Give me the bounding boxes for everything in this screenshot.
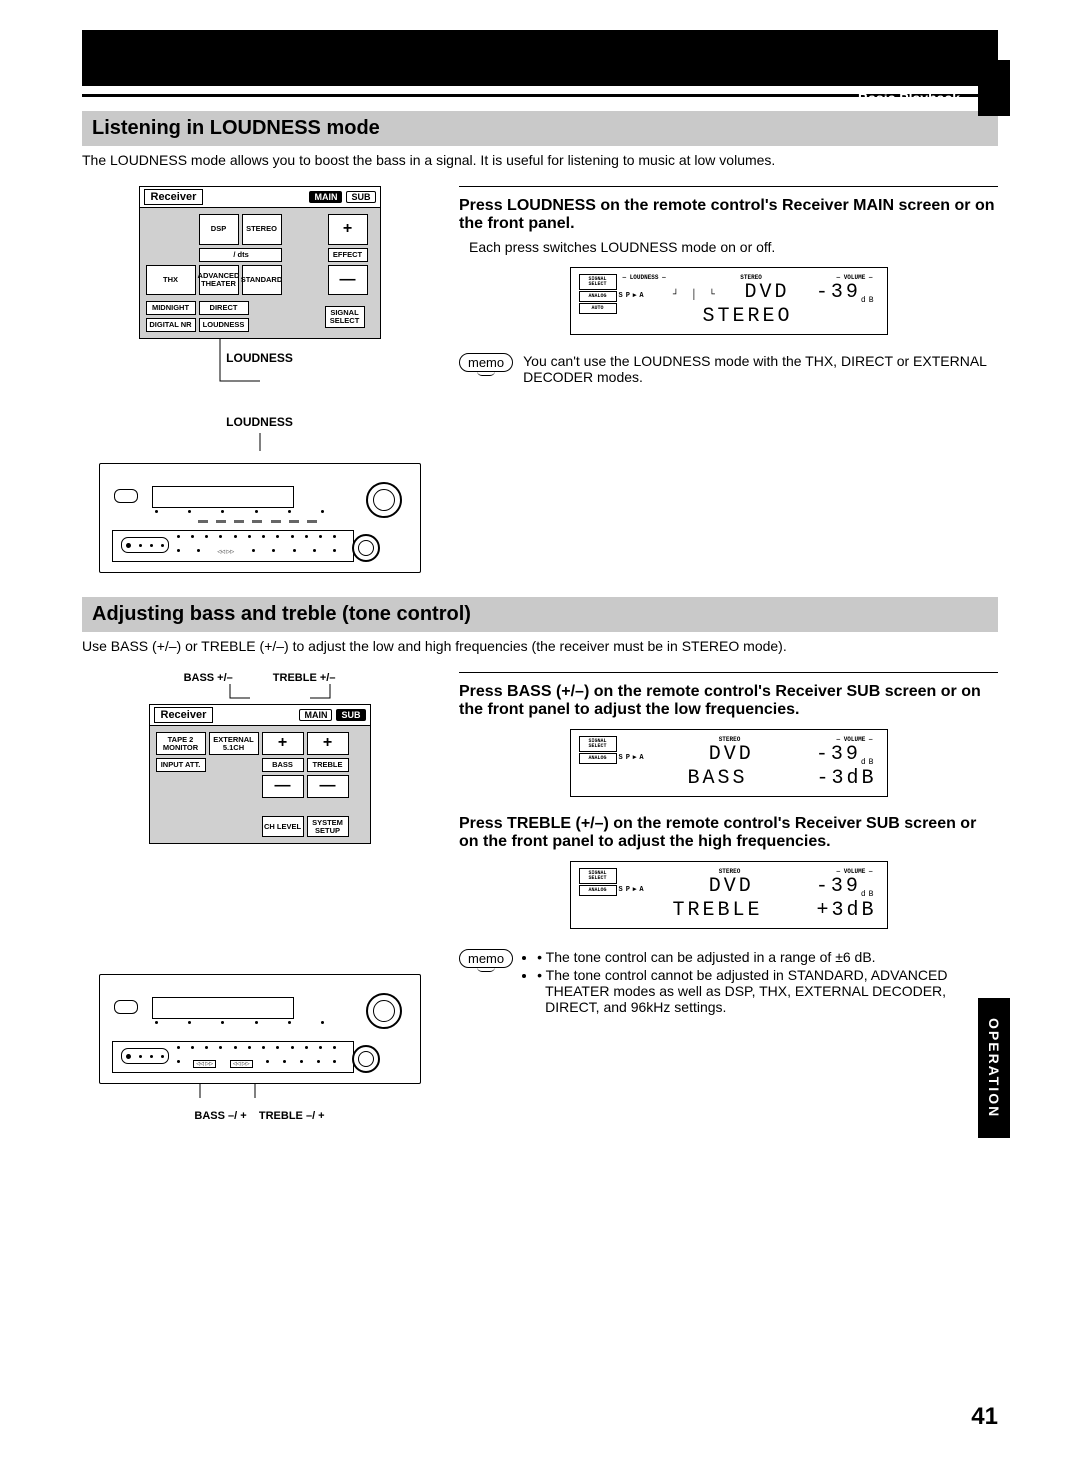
ext51-button[interactable]: EXTERNAL 5.1CH <box>209 732 259 755</box>
display-bass: SIGNAL SELECT ANALOG STEREO— VOLUME — SP… <box>570 729 888 797</box>
remote-main: Receiver MAIN SUB DSP STEREO + <box>139 186 381 339</box>
section2-title: Adjusting bass and treble (tone control) <box>82 597 998 632</box>
front-panel-2: ◁◁ ▷▷◁◁ ▷▷ <box>99 974 421 1084</box>
thx-button[interactable]: THX <box>146 265 196 296</box>
tab-main-2[interactable]: MAIN <box>299 709 332 721</box>
display-treble: SIGNAL SELECT ANALOG STEREO— VOLUME — SP… <box>570 861 888 929</box>
remote-sub: Receiver MAIN SUB TAPE 2 MONITOR EXTERNA… <box>149 704 371 844</box>
header-category: Basic Playback <box>858 90 960 106</box>
minus-button[interactable]: — <box>328 265 368 296</box>
tab-sub[interactable]: SUB <box>346 191 375 203</box>
side-tab-operation: OPERATION <box>978 998 1010 1138</box>
standard-button[interactable]: STANDARD <box>242 265 282 296</box>
memo-text-1: You can't use the LOUDNESS mode with the… <box>523 353 998 385</box>
treble-label: TREBLE +/– <box>273 672 336 684</box>
page-number: 41 <box>971 1403 998 1431</box>
bass-label: BASS +/– <box>184 672 233 684</box>
memo-badge-2: memo <box>459 949 513 968</box>
treble-plus-button[interactable]: + <box>307 732 349 755</box>
dd-dts-button[interactable]: / dts <box>199 248 282 262</box>
tape2-button[interactable]: TAPE 2 MONITOR <box>156 732 206 755</box>
loudness-callout-remote: LOUDNESS <box>82 351 437 365</box>
effect-button[interactable]: EFFECT <box>328 248 368 262</box>
panel-bass-label: BASS –/ + <box>194 1110 246 1122</box>
memo-text-2: • The tone control can be adjusted in a … <box>523 949 998 1017</box>
loudness-button[interactable]: LOUDNESS <box>199 318 249 332</box>
section1-title: Listening in LOUDNESS mode <box>82 111 998 146</box>
digital-nr-button[interactable]: DIGITAL NR <box>146 318 196 332</box>
treble-label-button[interactable]: TREBLE <box>307 758 349 772</box>
input-att-button[interactable]: INPUT ATT. <box>156 758 206 772</box>
bass-step-title: Press BASS (+/–) on the remote control's… <box>459 683 998 719</box>
treble-step-title: Press TREBLE (+/–) on the remote control… <box>459 815 998 851</box>
front-panel-1: ◁◁ ▷▷ <box>99 463 421 573</box>
midnight-button[interactable]: MIDNIGHT <box>146 301 196 315</box>
tab-sub-2[interactable]: SUB <box>336 709 365 721</box>
direct-button[interactable]: DIRECT <box>199 301 249 315</box>
section2-intro: Use BASS (+/–) or TREBLE (+/–) to adjust… <box>82 638 998 654</box>
section1-intro: The LOUDNESS mode allows you to boost th… <box>82 152 998 168</box>
ch-level-button[interactable]: CH LEVEL <box>262 816 304 838</box>
adv-theater-button[interactable]: ADVANCED THEATER <box>199 265 239 296</box>
loudness-step-sub: Each press switches LOUDNESS mode on or … <box>469 239 998 255</box>
dsp-button[interactable]: DSP <box>199 214 239 245</box>
display-loudness: SIGNAL SELECT ANALOG AUTO — LOUDNESS — S… <box>570 267 888 335</box>
treble-minus-button[interactable]: — <box>307 775 349 798</box>
plus-button[interactable]: + <box>328 214 368 245</box>
system-setup-button[interactable]: SYSTEM SETUP <box>307 816 349 838</box>
remote-title-2: Receiver <box>154 707 214 723</box>
loudness-step-title: Press LOUDNESS on the remote control's R… <box>459 197 998 233</box>
memo-badge: memo <box>459 353 513 372</box>
stereo-button[interactable]: STEREO <box>242 214 282 245</box>
panel-treble-label: TREBLE –/ + <box>259 1110 325 1122</box>
tab-main[interactable]: MAIN <box>309 191 342 203</box>
signal-select-button[interactable]: SIGNAL SELECT <box>325 306 365 328</box>
loudness-callout-panel: LOUDNESS <box>82 415 437 429</box>
bass-minus-button[interactable]: — <box>262 775 304 798</box>
remote-title: Receiver <box>144 189 204 205</box>
bass-label-button[interactable]: BASS <box>262 758 304 772</box>
bass-plus-button[interactable]: + <box>262 732 304 755</box>
